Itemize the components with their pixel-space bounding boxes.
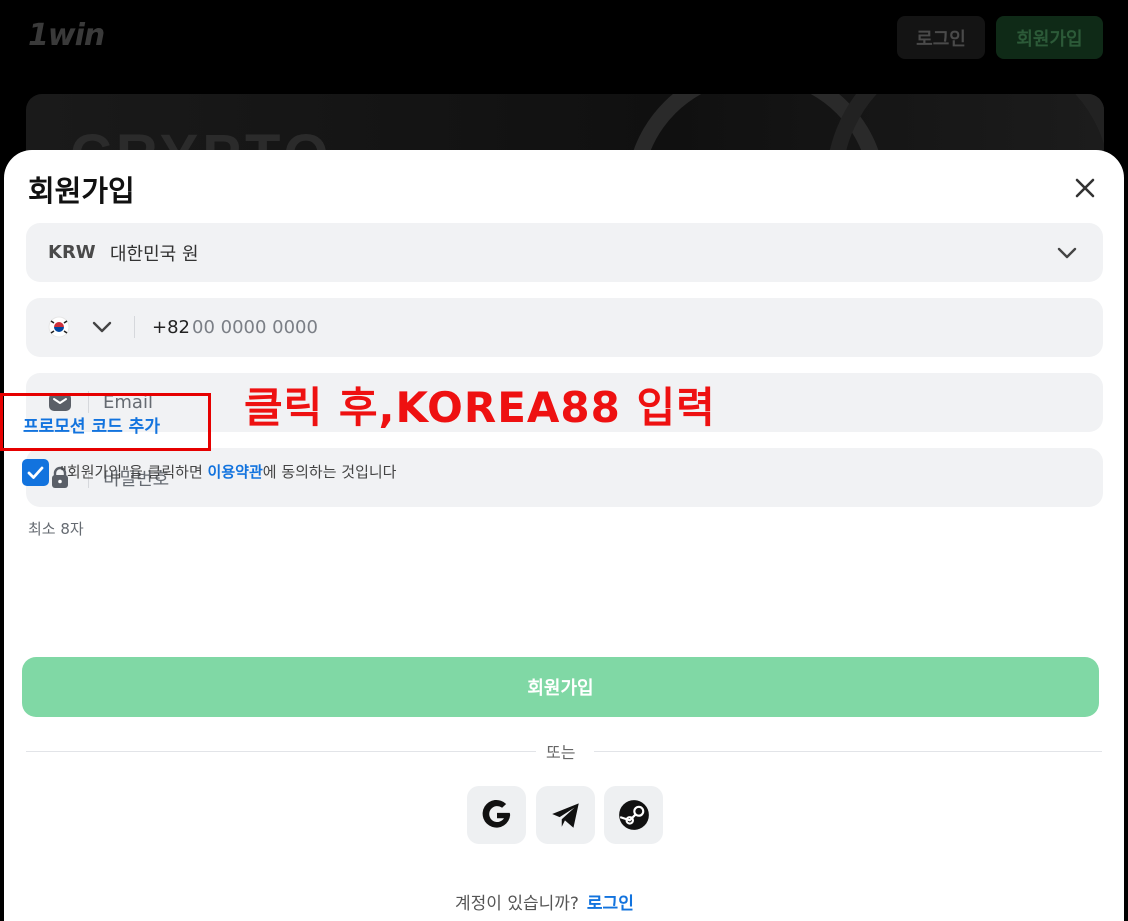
phone-input[interactable]: 00 0000 0000 (192, 317, 318, 338)
steam-icon (618, 800, 649, 830)
terms-checkbox[interactable] (22, 459, 49, 486)
divider-line (26, 751, 536, 752)
divider-text: 또는 (546, 743, 576, 762)
footer-text: 계정이 있습니까? (455, 894, 579, 914)
divider-line (594, 751, 1102, 752)
terms-prefix: "회원가입"을 클릭하면 (60, 463, 208, 481)
google-icon (482, 799, 510, 828)
korea-flag-icon (48, 316, 70, 338)
terms-suffix: 에 동의하는 것입니다 (262, 463, 397, 481)
modal-title: 회원가입 (28, 174, 135, 208)
chevron-down-icon[interactable] (90, 315, 114, 339)
terms-link[interactable]: 이용약관 (208, 463, 263, 481)
header-signup-button[interactable]: 회원가입 (996, 16, 1103, 59)
check-icon (27, 466, 44, 479)
chevron-down-icon (1057, 247, 1077, 259)
telegram-icon (551, 803, 579, 828)
footer-login-link[interactable]: 로그인 (587, 894, 634, 914)
signup-submit-button[interactable]: 회원가입 (22, 657, 1099, 717)
currency-select[interactable]: KRW 대한민국 원 (26, 223, 1103, 282)
phone-country-code: +82 (152, 317, 190, 338)
top-bar: 1win 로그인 회원가입 (0, 0, 1128, 80)
add-promo-code-link[interactable]: 프로모션 코드 추가 (23, 412, 160, 437)
terms-text: "회원가입"을 클릭하면 이용약관에 동의하는 것입니다 (60, 461, 397, 482)
password-hint: 최소 8자 (28, 520, 84, 538)
currency-code: KRW (48, 242, 96, 263)
phone-field[interactable]: +82 00 0000 0000 (26, 298, 1103, 357)
footer-login-prompt: 계정이 있습니까? 로그인 (455, 889, 634, 914)
currency-name: 대한민국 원 (110, 243, 199, 265)
telegram-login-button[interactable] (536, 786, 595, 844)
logo: 1win (28, 18, 105, 53)
separator (134, 316, 135, 338)
steam-login-button[interactable] (604, 786, 663, 844)
google-login-button[interactable] (467, 786, 526, 844)
annotation-text: 클릭 후,KOREA88 입력 (244, 383, 716, 432)
close-icon[interactable] (1071, 174, 1099, 202)
header-login-button[interactable]: 로그인 (897, 16, 985, 59)
